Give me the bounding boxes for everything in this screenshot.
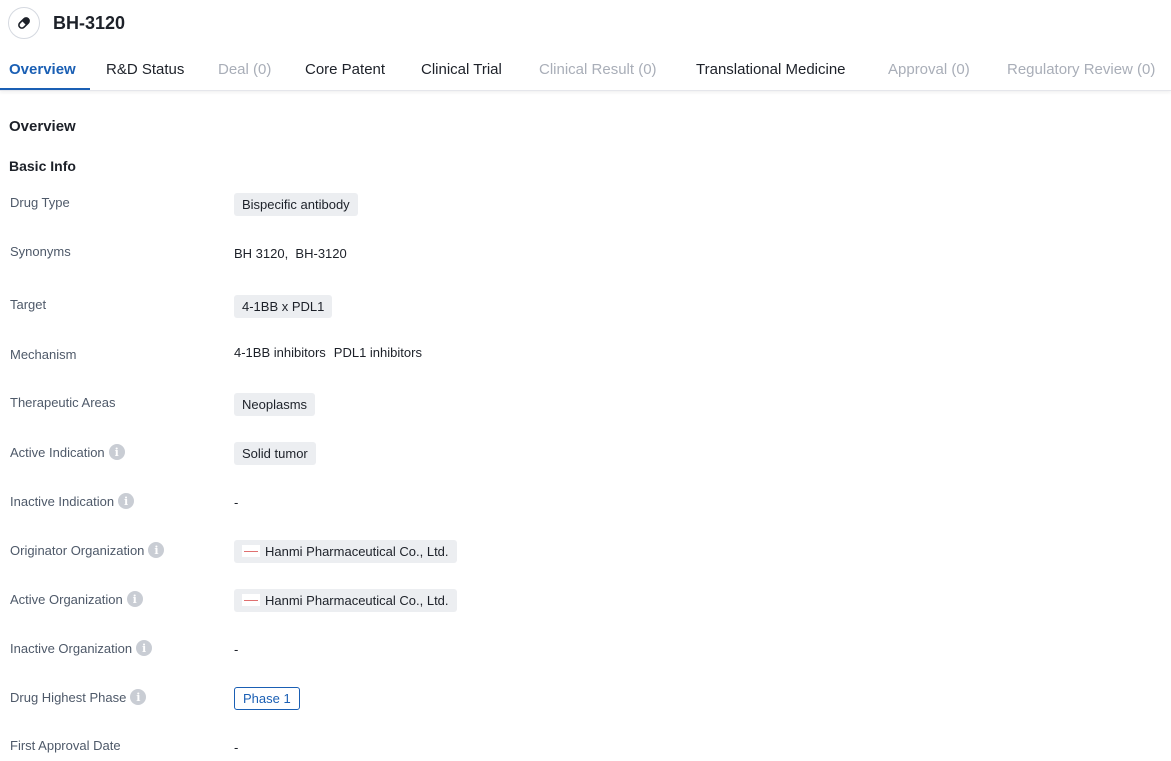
field-row-originator-organization: Originator Organization i Hanmi Pharmace… <box>0 537 1171 565</box>
empty-value: - <box>234 495 238 510</box>
organization-tag[interactable]: Hanmi Pharmaceutical Co., Ltd. <box>234 540 457 563</box>
field-label-wrap: Active Indication i <box>10 444 125 460</box>
info-icon[interactable]: i <box>127 591 143 607</box>
synonyms-value: BH 3120, BH-3120 <box>234 246 347 261</box>
field-row-mechanism: Mechanism 4-1BB inhibitors PDL1 inhibito… <box>0 338 1171 366</box>
field-label-wrap: Inactive Organization i <box>10 640 152 656</box>
info-icon[interactable]: i <box>148 542 164 558</box>
active-tab-indicator <box>0 88 90 90</box>
info-icon[interactable]: i <box>118 493 134 509</box>
organization-name: Hanmi Pharmaceutical Co., Ltd. <box>265 544 449 559</box>
tab-clinical-trial[interactable]: Clinical Trial <box>421 61 502 78</box>
field-label-wrap: Originator Organization i <box>10 542 164 558</box>
tab-deal: Deal (0) <box>218 61 271 78</box>
organization-name: Hanmi Pharmaceutical Co., Ltd. <box>265 593 449 608</box>
target-tag[interactable]: 4-1BB x PDL1 <box>234 295 332 318</box>
field-label: Inactive Indication <box>10 494 114 509</box>
field-row-drug-highest-phase: Drug Highest Phase i Phase 1 <box>0 684 1171 712</box>
subsection-title-basic-info: Basic Info <box>9 158 76 174</box>
field-label: Therapeutic Areas <box>10 395 116 410</box>
tab-translational-medicine[interactable]: Translational Medicine <box>696 61 846 78</box>
field-row-therapeutic-areas: Therapeutic Areas Neoplasms <box>0 390 1171 418</box>
field-row-first-approval-date: First Approval Date - <box>0 733 1171 761</box>
field-row-drug-type: Drug Type Bispecific antibody <box>0 190 1171 218</box>
field-row-inactive-organization: Inactive Organization i - <box>0 635 1171 663</box>
field-label-wrap: Inactive Indication i <box>10 493 134 509</box>
field-label: Originator Organization <box>10 543 144 558</box>
field-label-wrap: Active Organization i <box>10 591 143 607</box>
tab-bar: Overview R&D Status Deal (0) Core Patent… <box>0 52 1171 91</box>
organization-logo-icon <box>242 545 260 557</box>
organization-tag[interactable]: Hanmi Pharmaceutical Co., Ltd. <box>234 589 457 612</box>
field-row-inactive-indication: Inactive Indication i - <box>0 488 1171 516</box>
indication-tag[interactable]: Solid tumor <box>234 442 316 465</box>
field-label: Drug Type <box>10 195 70 210</box>
drug-title: BH-3120 <box>53 13 125 34</box>
field-row-active-indication: Active Indication i Solid tumor <box>0 439 1171 467</box>
pill-icon <box>8 7 40 39</box>
empty-value: - <box>234 642 238 657</box>
field-label: Drug Highest Phase <box>10 690 126 705</box>
field-label: Mechanism <box>10 347 76 362</box>
tab-overview[interactable]: Overview <box>9 61 76 78</box>
field-row-target: Target 4-1BB x PDL1 <box>0 292 1171 320</box>
phase-badge[interactable]: Phase 1 <box>234 687 300 710</box>
field-label: Active Organization <box>10 592 123 607</box>
tab-clinical-result: Clinical Result (0) <box>539 61 657 78</box>
info-icon[interactable]: i <box>109 444 125 460</box>
field-label: Inactive Organization <box>10 641 132 656</box>
tab-rd-status[interactable]: R&D Status <box>106 61 184 78</box>
field-label: Synonyms <box>10 244 71 259</box>
mechanism-item[interactable]: PDL1 inhibitors <box>334 345 422 360</box>
info-icon[interactable]: i <box>136 640 152 656</box>
field-row-active-organization: Active Organization i Hanmi Pharmaceutic… <box>0 586 1171 614</box>
field-label-wrap: Drug Highest Phase i <box>10 689 146 705</box>
tab-approval: Approval (0) <box>888 61 970 78</box>
field-row-synonyms: Synonyms BH 3120, BH-3120 <box>0 239 1171 267</box>
info-icon[interactable]: i <box>130 689 146 705</box>
empty-value: - <box>234 740 238 755</box>
section-title-overview: Overview <box>9 118 76 135</box>
page-header: BH-3120 <box>8 6 125 40</box>
field-label: Active Indication <box>10 445 105 460</box>
organization-logo-icon <box>242 594 260 606</box>
drug-type-tag[interactable]: Bispecific antibody <box>234 193 358 216</box>
tab-regulatory-review: Regulatory Review (0) <box>1007 61 1155 78</box>
field-label: Target <box>10 297 46 312</box>
tab-core-patent[interactable]: Core Patent <box>305 61 385 78</box>
mechanism-item[interactable]: 4-1BB inhibitors <box>234 345 326 360</box>
field-label: First Approval Date <box>10 738 121 753</box>
therapeutic-area-tag[interactable]: Neoplasms <box>234 393 315 416</box>
